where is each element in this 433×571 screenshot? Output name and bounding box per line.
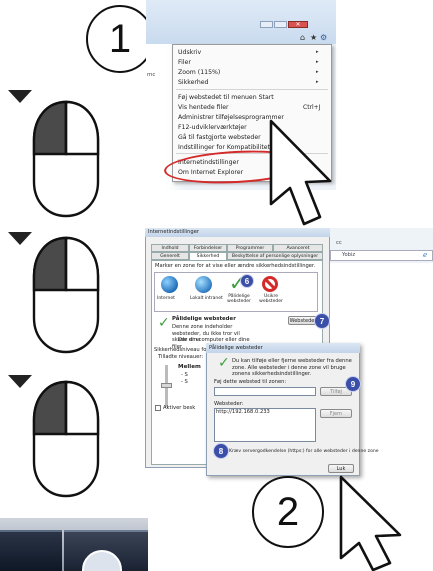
protected-mode-label: Aktiver besk: [163, 405, 196, 411]
tools-gear-icon[interactable]: ⚙: [320, 33, 327, 42]
zone-heading: Pålidelige websteder: [172, 316, 236, 322]
triangle-pointer-icon: [8, 232, 32, 245]
downloads-shortcut: Ctrl+J: [303, 104, 321, 111]
menu-item-add-to-start[interactable]: Føj webstedet til menuen Start: [178, 94, 274, 101]
menu-item-security[interactable]: Sikkerhed: [178, 79, 209, 86]
step-badge-8: 8: [213, 443, 229, 459]
maximize-button[interactable]: [274, 21, 287, 28]
close-button[interactable]: ✕: [288, 21, 308, 28]
tab-privacy[interactable]: Beskyttelse af personlige oplysninger: [227, 252, 323, 260]
menu-item-file[interactable]: Filer: [178, 59, 191, 66]
add-site-input[interactable]: [214, 387, 316, 396]
sites-list-item[interactable]: http://192.168.0.233: [216, 409, 270, 415]
tab-programs[interactable]: Programmer: [227, 244, 273, 252]
close-dialog-button[interactable]: Luk: [328, 464, 354, 473]
menu-item-zoom[interactable]: Zoom (115%): [178, 69, 220, 76]
submenu-arrow-icon: ▸: [316, 69, 319, 75]
zone-intranet-label[interactable]: Lokalt intranet: [190, 296, 223, 302]
zone-internet-label[interactable]: Internet: [157, 296, 175, 302]
security-slider-thumb[interactable]: [161, 383, 172, 388]
mouse-pointer-icon: [269, 119, 332, 226]
bottom-screenshot-fragment: [0, 518, 148, 571]
step-badge-6: 6: [240, 274, 254, 288]
zone-trusted-label[interactable]: Pålidelige websteder: [226, 294, 252, 304]
triangle-pointer-icon: [8, 375, 32, 388]
level-name: Mellem: [178, 364, 201, 370]
trusted-info-text: Du kan tilføje eller fjerne websteder fr…: [232, 358, 352, 377]
submenu-arrow-icon: ▸: [316, 79, 319, 85]
tab-connections[interactable]: Forbindelser: [189, 244, 227, 252]
tab-general[interactable]: Generelt: [151, 252, 189, 260]
tab-advanced[interactable]: Avanceret: [273, 244, 323, 252]
page-fragment-text: cc: [336, 240, 342, 246]
minimize-button[interactable]: [260, 21, 273, 28]
home-icon[interactable]: ⌂: [300, 33, 305, 42]
level-detail-2: - S: [181, 379, 188, 385]
zone-restricted-label[interactable]: Usikre websteder: [258, 294, 284, 304]
zone-instruction: Marker en zone for at vise eller ændre s…: [155, 263, 316, 269]
zone-status-text: Der er w: [178, 337, 201, 343]
require-https-label: Kræv servergodkendelse (https:) for alle…: [229, 448, 379, 454]
trusted-dialog-title: Pålidelige websteder: [209, 344, 263, 351]
trusted-zone-check-icon: ✓: [158, 315, 170, 331]
add-site-label: Føj dette websted til zonen:: [214, 379, 287, 385]
submenu-arrow-icon: ▸: [316, 59, 319, 65]
dialog-title: Internetindstillinger: [148, 229, 200, 235]
allowed-levels-label: Tilladte niveauer:: [158, 354, 204, 360]
level-detail-1: - S: [181, 372, 188, 378]
restricted-sites-icon[interactable]: [262, 276, 278, 292]
address-text: Yobiz: [342, 252, 356, 258]
mouse-left-click-icon: [32, 380, 100, 498]
menu-item-pinned-sites[interactable]: Gå til fastgjorte websteder: [178, 134, 261, 141]
tab-content[interactable]: Indhold: [151, 244, 189, 252]
favorites-star-icon[interactable]: ★: [310, 33, 317, 42]
step-1-badge: 1: [86, 5, 154, 73]
step-2-badge: 2: [252, 476, 324, 548]
protected-mode-checkbox[interactable]: [155, 405, 161, 411]
mouse-left-click-icon: [32, 236, 100, 354]
submenu-arrow-icon: ▸: [316, 49, 319, 55]
trusted-check-icon: ✓: [218, 355, 230, 371]
triangle-pointer-icon: [8, 90, 32, 103]
ie-logo-icon: ℯ: [423, 251, 428, 259]
mouse-left-click-icon: [32, 100, 100, 218]
menu-divider: [176, 89, 328, 90]
step-badge-7: 7: [314, 313, 330, 329]
menu-item-print[interactable]: Udskriv: [178, 49, 201, 56]
sites-list-label: Websteder:: [214, 401, 244, 407]
mouse-pointer-icon: [339, 475, 402, 571]
page-fragment-text: mc: [147, 72, 156, 78]
globe-icon[interactable]: [161, 276, 178, 293]
menu-item-f12-tools[interactable]: F12-udviklerværktøjer: [178, 124, 247, 131]
step-badge-9: 9: [345, 376, 361, 392]
dark-panel: [0, 530, 62, 571]
intranet-globe-icon[interactable]: [195, 276, 212, 293]
remove-site-button[interactable]: Fjern: [320, 409, 352, 418]
menu-item-downloads[interactable]: Vis hentede filer: [178, 104, 229, 111]
